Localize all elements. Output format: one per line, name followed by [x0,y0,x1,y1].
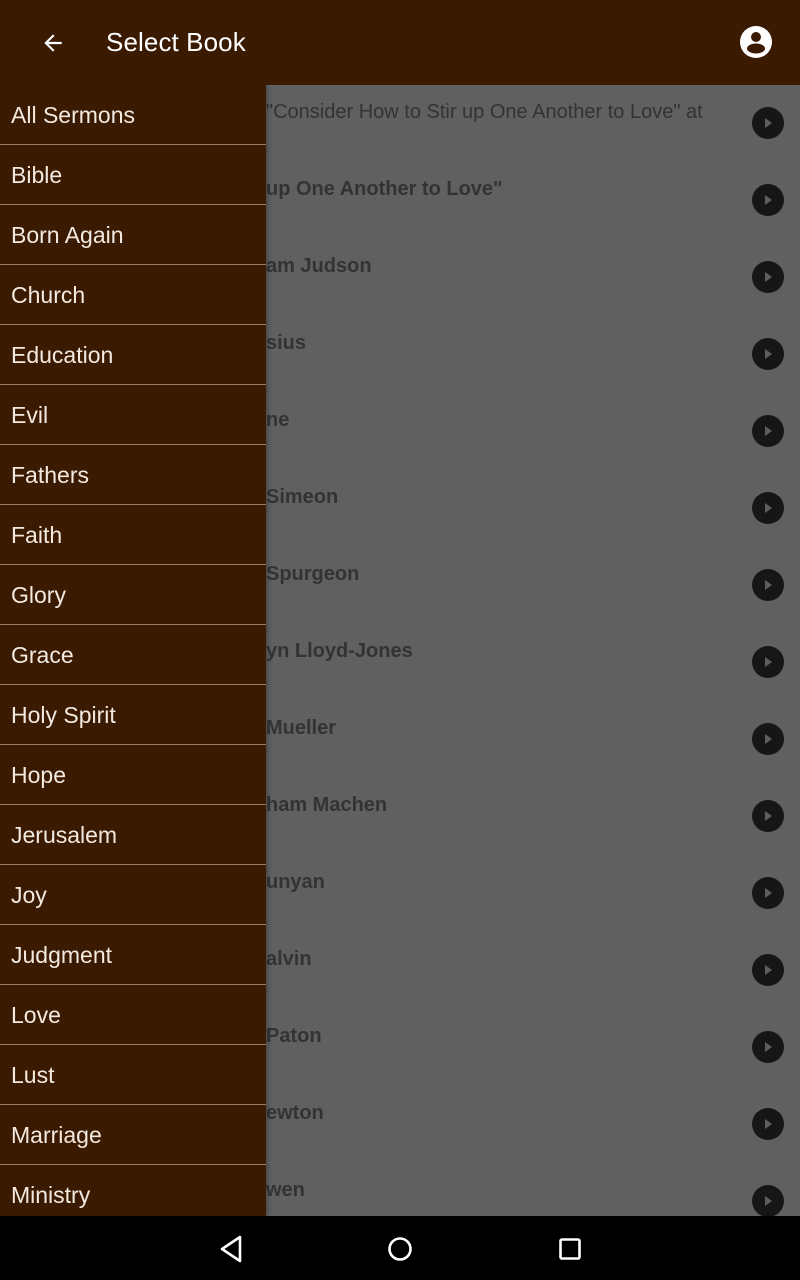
play-icon [765,1196,772,1206]
arrow-left-icon [44,34,62,52]
play-icon [765,580,772,590]
play-icon [765,657,772,667]
nav-recents-button[interactable] [553,1232,587,1266]
drawer-item[interactable]: Marriage [0,1105,266,1165]
play-icon [765,888,772,898]
play-icon [765,349,772,359]
sermon-title: "Consider How to Stir up One Another to … [266,101,703,123]
drawer-item[interactable]: Ministry [0,1165,266,1216]
play-icon [765,811,772,821]
account-button[interactable] [738,24,774,60]
play-icon [765,195,772,205]
play-icon [765,503,772,513]
play-button[interactable] [752,184,784,216]
play-button[interactable] [752,1108,784,1140]
book-drawer: All Sermons Bible Born Again Church Educatio… [0,85,266,1216]
sermon-title: Paton [266,1025,322,1047]
play-icon [765,272,772,282]
play-button[interactable] [752,261,784,293]
nav-recents-icon [559,1238,581,1260]
drawer-item[interactable]: Born Again [0,205,266,265]
drawer-item[interactable]: Faith [0,505,266,565]
sermon-title: Simeon [266,486,339,508]
sermon-title: up One Another to Love" [266,178,503,200]
system-nav-bar [0,1216,800,1280]
play-button[interactable] [752,1185,784,1216]
sermon-title: ewton [266,1102,324,1124]
play-button[interactable] [752,415,784,447]
drawer-item[interactable]: Bible [0,145,266,205]
drawer-item[interactable]: Lust [0,1045,266,1105]
sermon-title: wen [266,1179,305,1201]
drawer-item[interactable]: Glory [0,565,266,625]
nav-back-icon [220,1235,242,1263]
play-button[interactable] [752,569,784,601]
play-button[interactable] [752,954,784,986]
play-button[interactable] [752,646,784,678]
sermon-title: alvin [266,948,312,970]
play-button[interactable] [752,877,784,909]
drawer-item[interactable]: Jerusalem [0,805,266,865]
drawer-item[interactable]: Joy [0,865,266,925]
drawer-item[interactable]: Education [0,325,266,385]
sermon-title: unyan [266,871,325,893]
account-circle-icon [740,26,772,58]
drawer-item[interactable]: Grace [0,625,266,685]
sermon-title: Spurgeon [266,563,360,585]
play-icon [765,426,772,436]
play-icon [765,965,772,975]
page-title: Select Book [106,27,246,57]
drawer-item[interactable]: Hope [0,745,266,805]
sermon-title: sius [266,332,307,354]
play-button[interactable] [752,492,784,524]
nav-home-icon [388,1237,412,1261]
drawer-item[interactable]: Fathers [0,445,266,505]
drawer-item[interactable]: Love [0,985,266,1045]
sermon-title: yn Lloyd-Jones [266,640,413,662]
drawer-item[interactable]: All Sermons [0,85,266,145]
sermon-title: Mueller [266,717,337,739]
drawer-item[interactable]: Judgment [0,925,266,985]
play-icon [765,118,772,128]
back-button[interactable] [36,26,70,60]
drawer-item[interactable]: Evil [0,385,266,445]
play-button[interactable] [752,338,784,370]
play-button[interactable] [752,800,784,832]
app-bar: Select Book [0,0,800,85]
play-button[interactable] [752,1031,784,1063]
play-icon [765,1119,772,1129]
drawer-item[interactable]: Church [0,265,266,325]
nav-home-button[interactable] [383,1232,417,1266]
play-button[interactable] [752,723,784,755]
nav-back-button[interactable] [214,1232,248,1266]
sermon-title: ham Machen [266,794,388,816]
sermon-title: am Judson [266,255,372,277]
drawer-item[interactable]: Holy Spirit [0,685,266,745]
play-button[interactable] [752,107,784,139]
play-icon [765,734,772,744]
sermon-title: ne [266,409,290,431]
play-icon [765,1042,772,1052]
